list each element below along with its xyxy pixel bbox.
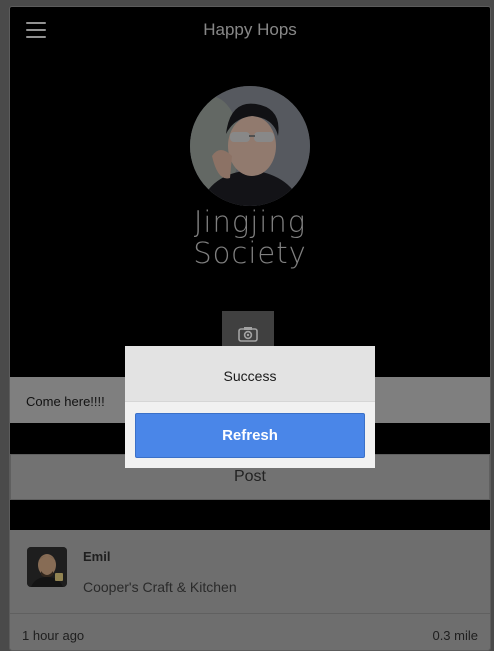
profile-name-line2: Society (193, 236, 307, 270)
feed-item[interactable]: Emil Cooper's Craft & Kitchen 1 hour ago… (10, 530, 490, 650)
app-title: Happy Hops (203, 20, 297, 39)
feed-distance: 0.3 mile (432, 628, 478, 643)
dialog-header: Success (125, 346, 375, 402)
profile-name: Jingjing Society (10, 207, 490, 269)
post-text-value: Come here!!!! (26, 394, 105, 409)
feed-place-name: Cooper's Craft & Kitchen (83, 579, 237, 595)
feed-divider (10, 613, 490, 614)
success-dialog: Success Refresh (125, 346, 375, 468)
feed-user-avatar (27, 547, 67, 587)
profile-name-line1: Jingjing (193, 205, 307, 239)
app-window: Happy Hops Jingjing Society Come here!!!… (9, 6, 491, 651)
refresh-button[interactable]: Refresh (135, 413, 365, 458)
camera-icon (238, 327, 258, 342)
screen: Happy Hops Jingjing Society Come here!!!… (0, 0, 494, 651)
feed-timestamp: 1 hour ago (22, 628, 85, 643)
feed-user-name: Emil (83, 549, 111, 564)
app-header: Happy Hops (10, 7, 490, 53)
profile-avatar (190, 86, 310, 206)
dialog-title: Success (223, 368, 277, 384)
